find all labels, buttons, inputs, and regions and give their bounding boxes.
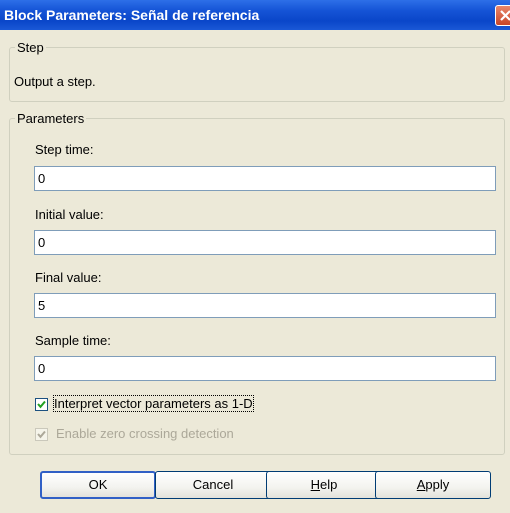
apply-button-label: pply (425, 477, 450, 492)
help-button-label: elp (320, 477, 338, 492)
block-parameters-dialog: Block Parameters: Señal de referencia St… (0, 0, 510, 513)
step-group: Step (9, 40, 505, 102)
initial-value-input[interactable] (34, 230, 496, 255)
interpret-vector-label[interactable]: Interpret vector parameters as 1-D (53, 395, 254, 412)
cancel-button[interactable]: Cancel (155, 471, 271, 499)
help-button[interactable]: Help (266, 471, 382, 499)
step-description: Output a step. (14, 74, 96, 89)
ok-button-label: OK (88, 477, 108, 492)
step-group-legend: Step (17, 40, 44, 55)
zero-crossing-checkbox (35, 428, 48, 441)
checkmark-icon (37, 400, 46, 409)
step-time-label: Step time: (35, 142, 94, 157)
help-mnemonic: H (310, 477, 321, 492)
zero-crossing-label: Enable zero crossing detection (56, 426, 234, 441)
close-button[interactable] (495, 5, 510, 26)
final-value-input[interactable] (34, 293, 496, 318)
apply-button[interactable]: Apply (375, 471, 491, 499)
final-value-label: Final value: (35, 270, 102, 285)
step-time-input[interactable] (34, 166, 496, 191)
window-title: Block Parameters: Señal de referencia (4, 7, 260, 23)
sample-time-input[interactable] (34, 356, 496, 381)
interpret-vector-checkbox[interactable] (35, 398, 48, 411)
checkmark-icon (37, 430, 46, 439)
sample-time-label: Sample time: (35, 333, 111, 348)
title-bar[interactable]: Block Parameters: Señal de referencia (0, 0, 510, 30)
ok-button[interactable]: OK (40, 471, 156, 499)
parameters-group-legend: Parameters (17, 111, 85, 126)
initial-value-label: Initial value: (35, 207, 104, 222)
cancel-button-label: Cancel (192, 477, 234, 492)
close-icon (500, 10, 510, 21)
